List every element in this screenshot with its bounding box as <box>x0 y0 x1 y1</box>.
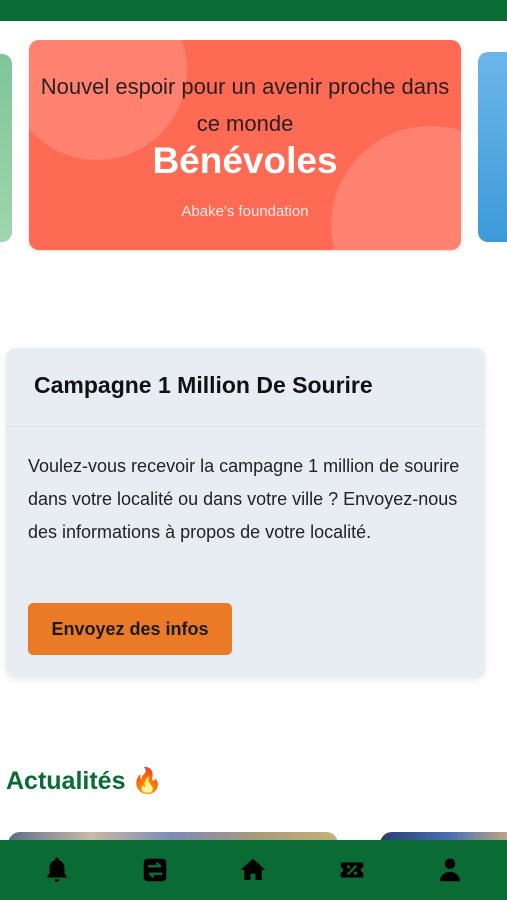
flame-icon: 🔥 <box>131 767 163 795</box>
send-info-button[interactable]: Envoyez des infos <box>28 603 232 655</box>
banner-carousel[interactable]: Nouvel espoir pour un avenir proche dans… <box>0 40 507 252</box>
bottom-navigation <box>0 840 507 900</box>
next-slide-peek[interactable] <box>478 52 507 242</box>
card-divider <box>6 426 485 427</box>
transfer-icon <box>144 858 167 882</box>
nav-offers[interactable] <box>328 846 376 894</box>
nav-notifications[interactable] <box>33 846 81 894</box>
banner-slide[interactable]: Nouvel espoir pour un avenir proche dans… <box>29 40 461 250</box>
slide-title: Bénévoles <box>152 140 338 181</box>
campaign-description: Voulez-vous recevoir la campagne 1 milli… <box>28 456 460 542</box>
home-icon <box>240 858 266 880</box>
slide-subtitle: Abake's foundation <box>181 203 309 220</box>
nav-profile[interactable] <box>426 846 474 894</box>
campaign-title: Campagne 1 Million De Sourire <box>34 372 373 398</box>
discount-ticket-icon <box>340 862 363 878</box>
bell-icon <box>47 857 68 882</box>
news-heading: Actualités 🔥 <box>6 767 163 796</box>
news-heading-label: Actualités <box>6 767 126 795</box>
campaign-card: Campagne 1 Million De Sourire Voulez-vou… <box>6 348 485 678</box>
user-icon <box>439 858 460 882</box>
previous-slide-peek[interactable] <box>0 54 12 242</box>
nav-transactions[interactable] <box>131 846 179 894</box>
top-status-bar <box>0 0 507 21</box>
slide-tagline: Nouvel espoir pour un avenir proche dans… <box>40 74 450 136</box>
nav-home[interactable] <box>229 846 277 894</box>
